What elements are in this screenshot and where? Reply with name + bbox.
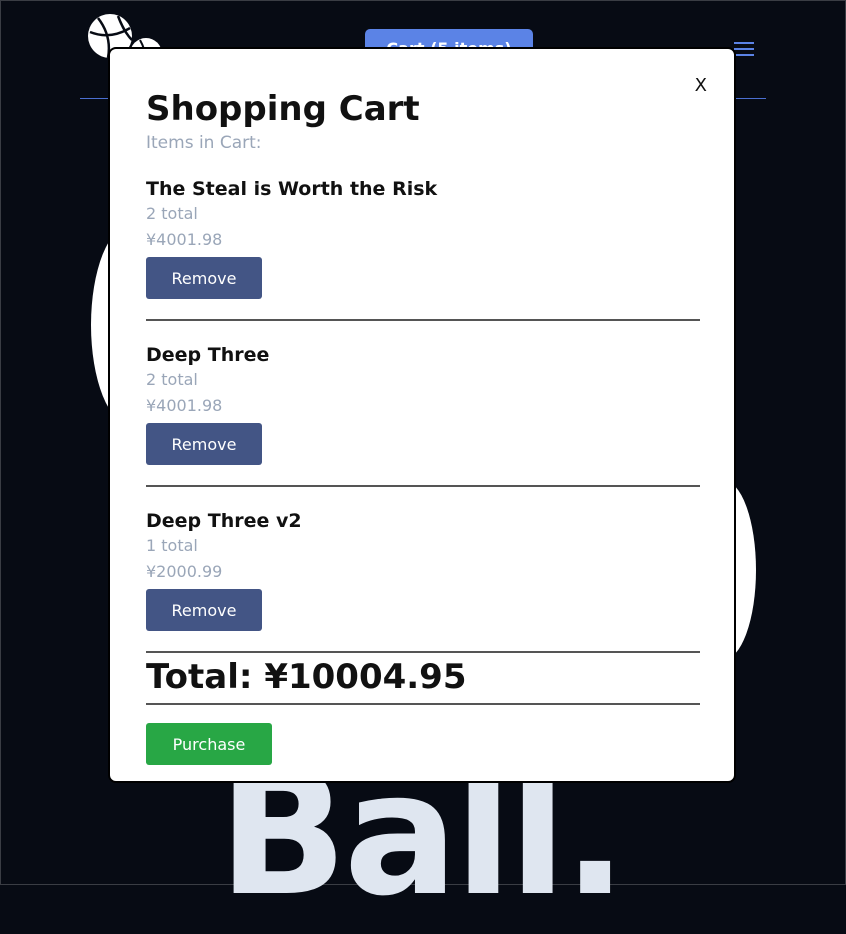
remove-button[interactable]: Remove [146,257,262,299]
remove-button[interactable]: Remove [146,423,262,465]
cart-item: The Steal is Worth the Risk 2 total ¥400… [146,177,700,299]
cart-item: Deep Three v2 1 total ¥2000.99 Remove [146,509,700,631]
cart-item-quantity: 2 total [146,204,198,223]
remove-button[interactable]: Remove [146,589,262,631]
modal-subtitle: Items in Cart: [146,133,262,153]
modal-title: Shopping Cart [146,89,420,129]
item-divider [146,319,700,321]
purchase-button[interactable]: Purchase [146,723,272,765]
cart-item-price: ¥4001.98 [146,230,223,249]
hamburger-menu-icon[interactable] [734,42,754,56]
cart-item-name: Deep Three v2 [146,510,302,532]
cart-item: Deep Three 2 total ¥4001.98 Remove [146,343,700,465]
cart-item-price: ¥2000.99 [146,562,223,581]
cart-item-quantity: 2 total [146,370,198,389]
cart-item-name: Deep Three [146,344,270,366]
item-divider [146,485,700,487]
cart-item-quantity: 1 total [146,536,198,555]
total-divider [146,703,700,705]
cart-total: Total: ¥10004.95 [146,657,467,697]
shopping-cart-modal: X Shopping Cart Items in Cart: The Steal… [108,47,736,783]
cart-item-price: ¥4001.98 [146,396,223,415]
cart-item-name: The Steal is Worth the Risk [146,178,438,200]
item-divider [146,651,700,653]
